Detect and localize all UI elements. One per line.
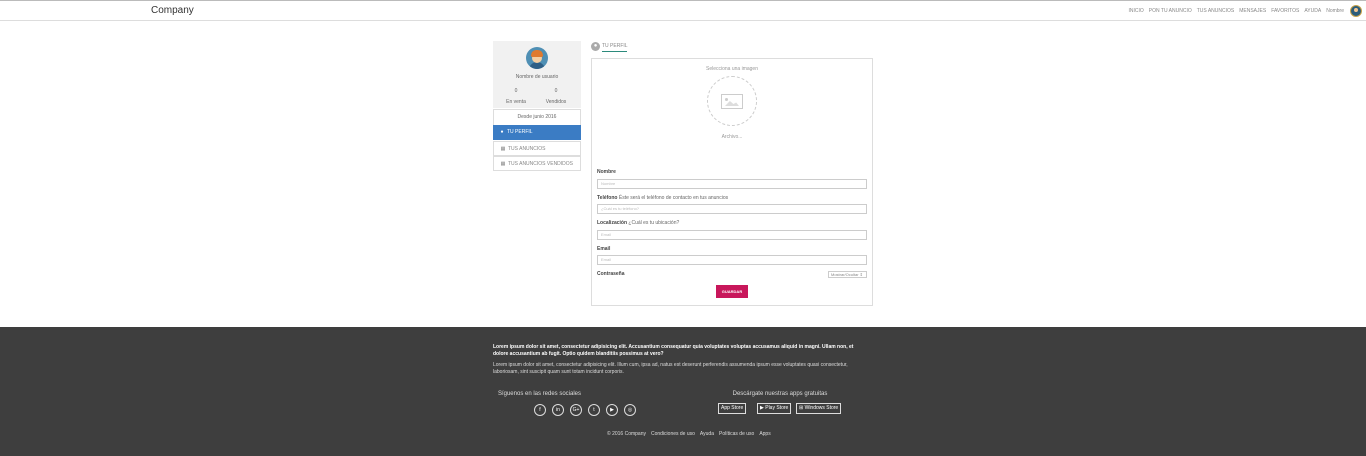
sidebar-item-label: TUS ANUNCIOS — [508, 146, 546, 152]
twitter-icon[interactable]: t — [588, 404, 600, 416]
file-chooser-link[interactable]: Archivo... — [592, 134, 872, 140]
phone-label: Teléfono Éste será el teléfono de contac… — [597, 195, 728, 201]
grid-icon: ▦ — [500, 161, 506, 167]
sidebar-item-tu-perfil[interactable]: ● TU PERFIL — [493, 125, 581, 140]
grid-icon: ▦ — [500, 146, 506, 152]
nav-mensajes[interactable]: MENSAJES — [1239, 8, 1266, 14]
field-label: Contraseña — [597, 271, 625, 277]
stat-value: 0 — [554, 88, 558, 94]
nav-inicio[interactable]: INICIO — [1128, 8, 1143, 14]
page-footer: Lorem ipsum dolor sit amet, consectetur … — [0, 327, 1366, 456]
field-hint: ¿Cuál es tu ubicación? — [628, 220, 680, 226]
field-label: Localización — [597, 220, 628, 226]
stat-label: En venta — [506, 99, 526, 105]
field-hint: Éste será el teléfono de contacto en tus… — [618, 195, 729, 201]
tab-label: TU PERFIL — [602, 43, 628, 49]
store-label: Play Store — [765, 405, 789, 411]
location-input[interactable]: Email — [597, 230, 867, 240]
name-input[interactable]: Nombre — [597, 179, 867, 189]
nav-ayuda[interactable]: AYUDA — [1304, 8, 1321, 14]
nav-user-name[interactable]: Nombre — [1326, 8, 1344, 14]
footer-link-ayuda[interactable]: Ayuda — [700, 431, 714, 437]
user-icon: ● — [500, 129, 504, 135]
facebook-icon[interactable]: f — [534, 404, 546, 416]
password-visibility-select[interactable]: Mostrar/Ocultar ⇕ — [828, 271, 867, 278]
stat-vendidos: 0 Vendidos — [541, 88, 571, 105]
footer-link-condiciones[interactable]: Condiciones de uso — [651, 431, 695, 437]
top-nav: INICIO PON TU ANUNCIO TUS ANUNCIOS MENSA… — [1128, 8, 1344, 14]
footer-link-apps[interactable]: Apps — [759, 431, 770, 437]
footer-link-politicas[interactable]: Políticas de uso — [719, 431, 754, 437]
image-select-label: Selecciona una imagen — [706, 66, 758, 72]
image-upload-dropzone[interactable] — [707, 76, 757, 126]
password-label: Contraseña — [597, 271, 625, 277]
profile-username: Nombre de usuario — [515, 74, 559, 80]
tab-underline — [602, 51, 627, 52]
sidebar-item-tus-anuncios[interactable]: ▦ TUS ANUNCIOS — [493, 141, 581, 156]
footer-text: Lorem ipsum dolor sit amet, consectetur … — [493, 362, 848, 375]
store-label: Windows Store — [804, 405, 839, 411]
profile-form: Selecciona una imagen Archivo... Nombre … — [591, 58, 873, 306]
field-label: Email — [597, 246, 611, 252]
member-since: Desde junio 2016 — [493, 109, 581, 126]
social-title: Síguenos en las redes sociales — [497, 391, 582, 397]
tab-tu-perfil[interactable]: ● TU PERFIL — [591, 41, 628, 51]
nav-favoritos[interactable]: FAVORITOS — [1271, 8, 1299, 14]
image-placeholder-icon — [721, 94, 743, 109]
name-label: Nombre — [597, 169, 616, 175]
user-icon: ● — [591, 41, 600, 51]
stat-value: 0 — [514, 88, 518, 94]
email-input[interactable]: Email — [597, 255, 867, 265]
profile-card: Nombre de usuario 0 En venta 0 Vendidos — [493, 41, 581, 108]
googleplus-icon[interactable]: G+ — [570, 404, 582, 416]
field-label: Teléfono — [597, 195, 618, 201]
top-header: Company INICIO PON TU ANUNCIO TUS ANUNCI… — [0, 1, 1366, 21]
copyright: © 2016 Company — [607, 431, 646, 437]
app-store-badge[interactable]: App Store — [718, 403, 747, 414]
sidebar-item-label: TU PERFIL — [507, 129, 533, 135]
user-avatar[interactable] — [1350, 5, 1362, 17]
field-label: Nombre — [597, 169, 616, 175]
phone-input[interactable]: ¿Cuál es tu teléfono? — [597, 204, 867, 214]
sidebar-item-label: TUS ANUNCIOS VENDIDOS — [508, 161, 574, 167]
windows-store-badge[interactable]: ⊞ Windows Store — [796, 403, 842, 414]
brand-logo[interactable]: Company — [151, 5, 194, 16]
store-label: App Store — [721, 405, 744, 411]
email-label: Email — [597, 246, 610, 252]
footer-links: © 2016 Company Condiciones de uso Ayuda … — [607, 431, 771, 437]
linkedin-icon[interactable]: in — [552, 404, 564, 416]
play-store-badge[interactable]: ▶ Play Store — [757, 403, 792, 414]
nav-tus-anuncios[interactable]: TUS ANUNCIOS — [1197, 8, 1235, 14]
apps-title: Descárgate nuestras apps gratuitas — [732, 391, 828, 397]
profile-avatar — [526, 47, 548, 69]
nav-pon-tu-anuncio[interactable]: PON TU ANUNCIO — [1149, 8, 1192, 14]
youtube-icon[interactable]: ▶ — [606, 404, 618, 416]
instagram-icon[interactable]: ◎ — [624, 404, 636, 416]
save-button[interactable]: GUARDAR — [716, 285, 748, 298]
stat-label: Vendidos — [545, 99, 567, 105]
sidebar-item-tus-anuncios-vendidos[interactable]: ▦ TUS ANUNCIOS VENDIDOS — [493, 156, 581, 171]
footer-text-bold: Lorem ipsum dolor sit amet, consectetur … — [493, 344, 854, 357]
location-label: Localización ¿Cuál es tu ubicación? — [597, 220, 679, 226]
stat-en-venta: 0 En venta — [501, 88, 531, 105]
